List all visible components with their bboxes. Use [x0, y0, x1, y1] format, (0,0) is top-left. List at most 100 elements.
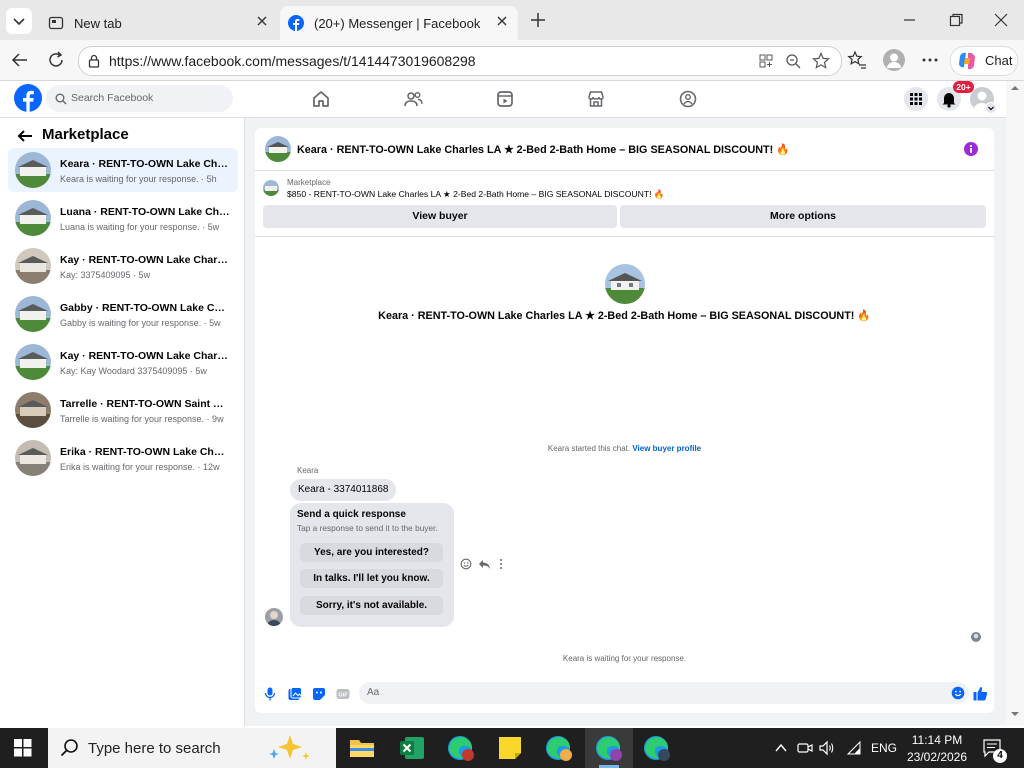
conversation-avatar [15, 344, 51, 380]
send-like-button[interactable] [973, 686, 988, 701]
zoom-icon[interactable] [785, 53, 801, 69]
waiting-status: Keara is waiting for your response. [562, 654, 687, 663]
facebook-logo[interactable] [14, 84, 42, 112]
back-button[interactable] [10, 50, 30, 70]
listing-avatar-large[interactable] [605, 264, 645, 304]
restore-button[interactable] [946, 10, 966, 30]
conversation-item[interactable]: Kay · RENT-TO-OWN Lake Charles LA ★ 2-Be… [8, 340, 238, 384]
photo-icon [288, 687, 302, 700]
address-bar[interactable]: https://www.facebook.com/messages/t/1414… [78, 46, 842, 76]
nav-home[interactable] [311, 89, 331, 109]
listing-title: Keara · RENT-TO-OWN Lake Charles LA ★ 2-… [378, 310, 871, 322]
chat-started-text: Keara started this chat. [547, 444, 631, 453]
conversation-item[interactable]: Tarrelle · RENT-TO-OWN Saint Martinville… [8, 388, 238, 432]
favorites-icon [847, 50, 866, 69]
taskbar-file-explorer[interactable] [349, 736, 375, 760]
facebook-search-input[interactable]: Search Facebook [46, 85, 233, 112]
page-scrollbar[interactable] [1006, 81, 1024, 726]
message-bubble[interactable]: Keara - 3374011868 [290, 479, 397, 501]
nav-friends[interactable] [403, 89, 423, 109]
close-tab-button[interactable] [256, 15, 268, 27]
refresh-button[interactable] [46, 50, 66, 70]
listing-photo-thumbnail [15, 440, 51, 476]
conversation-preview: Tarrelle is waiting for your response. ·… [60, 414, 224, 424]
sender-name: Keara [297, 466, 319, 475]
sticker-button[interactable] [312, 687, 326, 701]
copilot-chat-button[interactable]: Chat [950, 46, 1018, 76]
taskbar-search-box[interactable]: Type here to search [48, 728, 336, 768]
url-text[interactable]: https://www.facebook.com/messages/t/1414… [109, 53, 476, 69]
taskbar-edge-active[interactable] [585, 728, 633, 768]
scroll-up-arrow-icon[interactable] [1006, 83, 1024, 93]
quick-response-button[interactable]: Sorry, it's not available. [300, 596, 443, 615]
nav-marketplace[interactable] [586, 89, 606, 109]
close-icon [497, 16, 507, 26]
conversation-item[interactable]: Kay · RENT-TO-OWN Lake Charles LA ★ 2-Be… [8, 244, 238, 288]
favorites-button[interactable] [847, 50, 867, 70]
view-buyer-button[interactable]: View buyer [263, 205, 617, 228]
chevron-up-icon [775, 743, 787, 752]
close-icon [994, 13, 1008, 27]
chat-header-avatar[interactable] [265, 136, 291, 162]
minimize-button[interactable] [900, 10, 920, 30]
app-available-icon[interactable] [758, 53, 774, 69]
tab-new-tab[interactable]: New tab [38, 6, 278, 40]
nav-video[interactable] [495, 89, 515, 109]
conversation-item[interactable]: Erika · RENT-TO-OWN Lake Charles LA ★ 2-… [8, 436, 238, 480]
plus-icon [531, 13, 545, 27]
back-arrow-icon [17, 130, 32, 142]
conversation-item[interactable]: Luana · RENT-TO-OWN Lake Charles LA ★ 2-… [8, 196, 238, 240]
taskbar-search-placeholder: Type here to search [88, 740, 221, 757]
listing-thumbnail[interactable] [263, 180, 279, 196]
clock[interactable]: 11:14 PM 23/02/2026 [898, 733, 976, 764]
listing-photo-thumbnail [15, 200, 51, 236]
notification-badge: 20+ [953, 81, 974, 93]
account-dropdown[interactable] [985, 102, 997, 114]
taskbar-excel[interactable] [399, 736, 425, 760]
tab-actions-button[interactable] [6, 8, 32, 34]
composer-placeholder: Aa [367, 687, 380, 698]
sticker-icon [313, 688, 325, 700]
network-button[interactable] [846, 740, 862, 756]
listing-photo-thumbnail [15, 392, 51, 428]
home-icon [313, 91, 329, 107]
attach-photo-button[interactable] [288, 687, 302, 701]
react-button[interactable] [460, 558, 472, 570]
tab-messenger[interactable]: (20+) Messenger | Facebook [280, 6, 518, 40]
reply-button[interactable] [478, 558, 491, 570]
taskbar-edge-3[interactable] [643, 735, 671, 761]
volume-button[interactable] [819, 740, 835, 756]
quick-response-button[interactable]: In talks. I'll let you know. [300, 569, 443, 588]
taskbar-sticky-notes[interactable] [497, 735, 523, 761]
conversation-item[interactable]: Keara · RENT-TO-OWN Lake Charles LA ★ 2-… [8, 148, 238, 192]
message-composer-input[interactable]: Aa [359, 682, 969, 704]
gif-button[interactable]: GIF [336, 687, 350, 701]
quick-response-button[interactable]: Yes, are you interested? [300, 543, 443, 562]
emoji-icon[interactable] [951, 686, 965, 700]
meet-now-button[interactable] [797, 740, 813, 756]
start-button[interactable] [14, 739, 32, 757]
new-tab-button[interactable] [528, 10, 548, 30]
settings-more-button[interactable] [920, 50, 940, 70]
sender-avatar[interactable] [265, 608, 283, 626]
scroll-down-arrow-icon[interactable] [1006, 709, 1024, 719]
taskbar-edge-2[interactable] [545, 735, 573, 761]
close-tab-button[interactable] [496, 15, 508, 27]
taskbar-edge-1[interactable] [447, 735, 475, 761]
more-options-button[interactable]: More options [620, 205, 986, 228]
back-to-marketplace-button[interactable] [17, 129, 33, 143]
conversation-item[interactable]: Gabby · RENT-TO-OWN Lake Charles LA ★ 2-… [8, 292, 238, 336]
conversation-info-button[interactable] [964, 142, 978, 156]
view-buyer-profile-link[interactable]: View buyer profile [632, 444, 701, 453]
listing-link[interactable]: $850 - RENT-TO-OWN Lake Charles LA ★ 2-B… [287, 189, 665, 200]
voice-clip-button[interactable] [264, 687, 276, 701]
listing-photo-thumbnail [15, 248, 51, 284]
menu-button[interactable] [904, 87, 928, 111]
close-window-button[interactable] [991, 10, 1011, 30]
profile-button[interactable] [883, 49, 905, 71]
message-more-button[interactable] [498, 558, 504, 570]
favorite-star-icon[interactable] [812, 52, 830, 70]
language-indicator[interactable]: ENG [871, 741, 897, 755]
nav-groups[interactable] [678, 89, 698, 109]
show-hidden-icons-button[interactable] [774, 741, 788, 755]
